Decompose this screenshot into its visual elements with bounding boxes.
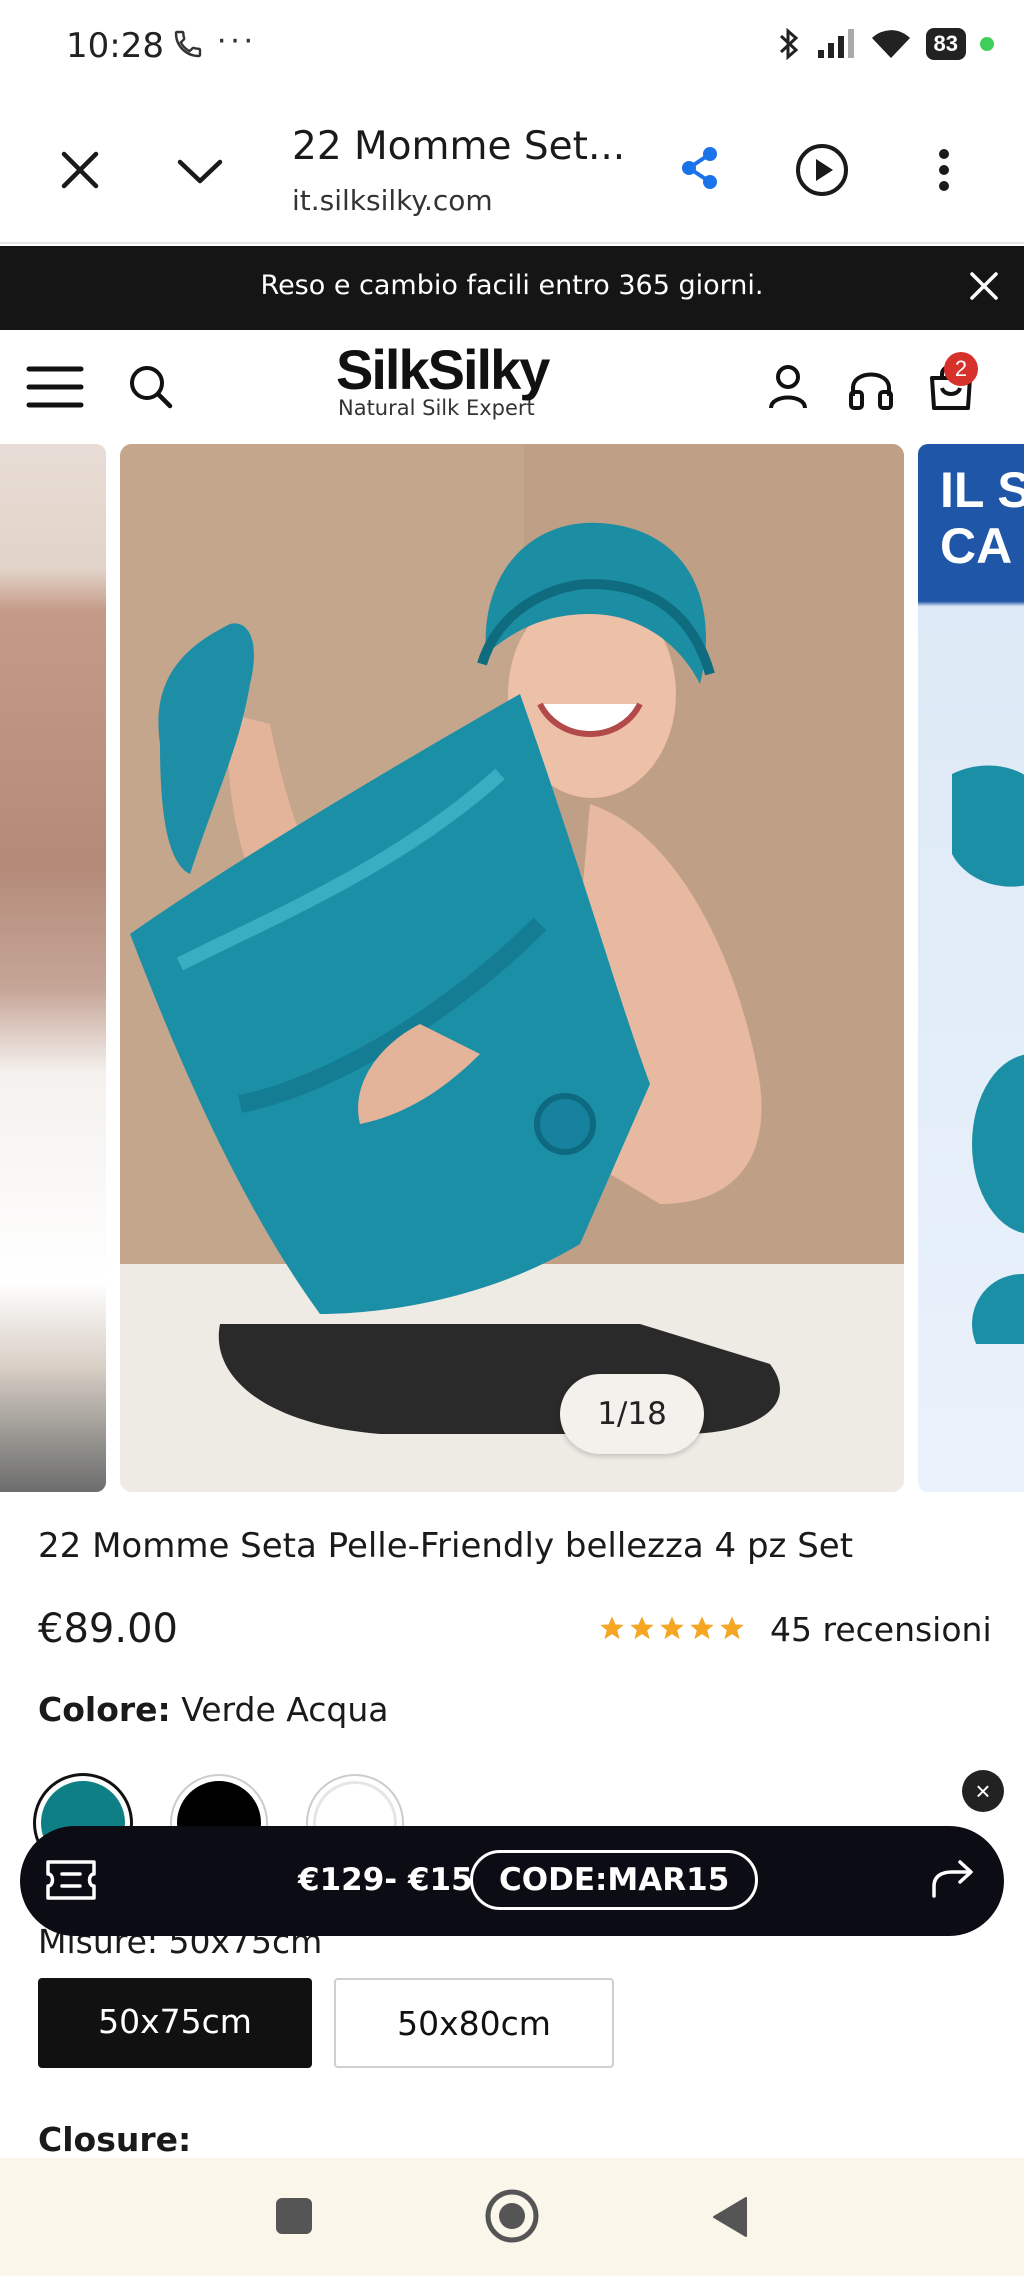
size-option-50x75[interactable]: 50x75cm	[38, 1978, 312, 2068]
star-icon	[600, 1616, 624, 1640]
status-bar: 10:28 ··· 83	[0, 0, 1024, 96]
product-price: €89.00	[38, 1606, 178, 1652]
home-icon[interactable]	[484, 2188, 540, 2244]
wifi-icon	[871, 30, 910, 58]
color-selector-label: Colore: Verde Acqua	[38, 1690, 389, 1729]
phone-icon	[174, 30, 202, 58]
share-arrow-icon[interactable]	[930, 1858, 976, 1900]
star-rating[interactable]	[598, 1614, 746, 1642]
logo-wordmark: SilkSilky	[336, 338, 550, 401]
logo-tagline: Natural Silk Expert	[338, 396, 535, 420]
star-icon	[720, 1616, 744, 1640]
close-icon[interactable]	[60, 150, 100, 190]
menu-icon[interactable]	[26, 364, 84, 410]
star-icon	[630, 1616, 654, 1640]
next-slide-caption: IL S CA	[940, 462, 1024, 574]
cart-count-badge: 2	[944, 352, 978, 386]
status-time: 10:28	[66, 26, 164, 66]
next-slide-image[interactable]: IL S CA	[918, 444, 1024, 1492]
system-nav-bar	[0, 2158, 1024, 2276]
coupon-close-button[interactable]: ×	[962, 1770, 1004, 1812]
share-icon[interactable]	[680, 146, 720, 190]
privacy-indicator-dot	[980, 37, 994, 51]
back-icon[interactable]	[710, 2194, 750, 2240]
product-gallery[interactable]: 1/18 IL S CA	[0, 444, 1024, 1492]
star-icon	[690, 1616, 714, 1640]
coupon-bar[interactable]: €129- €15 CODE:MAR15	[20, 1826, 1004, 1936]
headphones-icon[interactable]	[848, 366, 894, 410]
product-title: 22 Momme Seta Pelle-Friendly bellezza 4 …	[38, 1526, 854, 1566]
slide-counter: 1/18	[560, 1374, 704, 1454]
bluetooth-icon	[779, 27, 798, 61]
next-slide-caption-line1: IL S	[940, 462, 1024, 518]
announcement-close-icon[interactable]	[966, 268, 1002, 304]
page-title: 22 Momme Set...	[292, 124, 626, 169]
previous-slide-image[interactable]	[0, 444, 106, 1492]
status-indicators: 83	[776, 26, 994, 62]
coupon-code[interactable]: CODE:MAR15	[470, 1850, 759, 1910]
reviews-link[interactable]: 45 recensioni	[770, 1610, 992, 1649]
announcement-text: Reso e cambio facili entro 365 giorni.	[260, 270, 764, 301]
battery-indicator: 83	[925, 28, 966, 60]
recents-icon[interactable]	[274, 2196, 314, 2236]
product-photo-illustration	[120, 444, 904, 1492]
coupon-ticket-icon	[46, 1860, 96, 1900]
star-icon	[660, 1616, 684, 1640]
browser-toolbar: 22 Momme Set... it.silksilky.com	[0, 96, 1024, 244]
site-header: SilkSilky Natural Silk Expert 2	[0, 330, 1024, 444]
closure-label: Closure:	[38, 2120, 192, 2159]
more-vert-icon[interactable]	[934, 148, 954, 192]
next-slide-products	[952, 765, 1024, 1344]
page-url: it.silksilky.com	[292, 184, 493, 217]
signal-icon	[817, 29, 854, 58]
chevron-down-icon[interactable]	[176, 156, 224, 186]
search-icon[interactable]	[128, 364, 174, 410]
size-option-50x80[interactable]: 50x80cm	[334, 1978, 614, 2068]
more-notifications-icon: ···	[216, 20, 256, 58]
color-value: Verde Acqua	[181, 1690, 389, 1729]
account-icon[interactable]	[768, 364, 808, 410]
coupon-amount: €129- €15	[298, 1862, 473, 1898]
announcement-bar: Reso e cambio facili entro 365 giorni.	[0, 246, 1024, 330]
product-image[interactable]: 1/18	[120, 444, 904, 1492]
site-logo[interactable]: SilkSilky Natural Silk Expert	[336, 338, 600, 421]
color-label: Colore:	[38, 1690, 171, 1729]
play-icon[interactable]	[794, 142, 850, 198]
next-slide-caption-line2: CA	[940, 518, 1013, 574]
